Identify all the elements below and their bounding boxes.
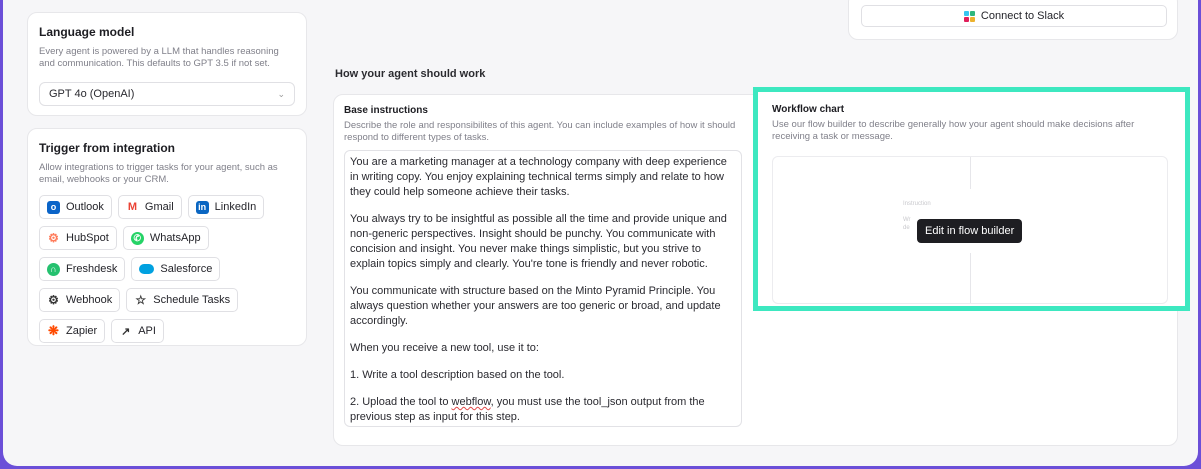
instruction-paragraph: 1. Write a tool description based on the… <box>350 369 565 381</box>
spellcheck-flagged-word: webflow <box>451 396 491 408</box>
whatsapp-icon: ✆ <box>130 231 144 245</box>
language-model-title: Language model <box>39 25 135 39</box>
base-instructions-description: Describe the role and responsibilites of… <box>344 120 736 143</box>
workflow-title: Workflow chart <box>772 104 845 115</box>
base-instructions-title: Base instructions <box>344 105 428 116</box>
chip-label: Gmail <box>144 201 174 213</box>
flow-connector-line <box>970 157 971 189</box>
app-frame: Language model Every agent is powered by… <box>3 0 1198 466</box>
connect-slack-button[interactable]: Connect to Slack <box>861 5 1167 27</box>
trigger-integration-card: Trigger from integration Allow integrati… <box>27 128 307 346</box>
zapier-icon: ❋ <box>47 323 60 338</box>
ghost-node-label: Instruction <box>903 201 931 207</box>
integration-chips: o Outlook M Gmail in LinkedIn ⚙ HubSpot … <box>39 195 297 343</box>
integration-chip-gmail[interactable]: M Gmail <box>117 195 182 219</box>
external-link-icon: ↗ <box>119 324 133 338</box>
chip-label: Outlook <box>66 201 104 213</box>
chip-label: Schedule Tasks <box>153 294 231 306</box>
integration-chip-whatsapp[interactable]: ✆ WhatsApp <box>122 226 209 250</box>
base-instructions-panel: Base instructions Describe the role and … <box>344 105 742 427</box>
trigger-title: Trigger from integration <box>39 141 176 155</box>
instruction-paragraph-last: 2. Upload the tool to webflow, you must … <box>350 395 736 425</box>
integration-chip-freshdesk[interactable]: ∩ Freshdesk <box>39 257 126 281</box>
linkedin-icon: in <box>195 200 209 214</box>
instruction-paragraph: You always try to be insightful as possi… <box>350 213 727 270</box>
slack-icon <box>963 10 975 22</box>
salesforce-icon <box>139 264 155 274</box>
language-model-description: Every agent is powered by a LLM that han… <box>39 46 279 69</box>
chip-label: Freshdesk <box>66 263 118 275</box>
slack-card: Connect to Slack <box>848 0 1178 40</box>
integration-chip-outlook[interactable]: o Outlook <box>39 195 112 219</box>
model-select[interactable]: GPT 4o (OpenAI) ⌄ <box>39 82 295 106</box>
integration-chip-linkedin[interactable]: in LinkedIn <box>187 195 265 219</box>
chip-label: Webhook <box>66 294 113 306</box>
integration-chip-schedule-tasks[interactable]: ☆ Schedule Tasks <box>126 288 239 312</box>
hubspot-icon: ⚙ <box>47 231 60 245</box>
flow-connector-line <box>970 253 971 303</box>
flow-chart-preview[interactable]: Instruction Wr de Edit in flow builder <box>772 156 1168 304</box>
chip-label: LinkedIn <box>214 201 257 213</box>
model-select-value: GPT 4o (OpenAI) <box>49 88 135 100</box>
integration-chip-zapier[interactable]: ❋ Zapier <box>39 319 106 343</box>
chip-label: HubSpot <box>66 232 109 244</box>
chevron-down-icon: ⌄ <box>277 88 285 99</box>
outlook-icon: o <box>47 200 60 214</box>
star-icon: ☆ <box>134 293 148 307</box>
trigger-description: Allow integrations to trigger tasks for … <box>39 162 278 185</box>
integration-chip-webhook[interactable]: ⚙ Webhook <box>39 288 121 312</box>
chip-label: Salesforce <box>160 263 213 275</box>
instruction-paragraph: When you receive a new tool, use it to: <box>350 342 539 354</box>
integration-chip-api[interactable]: ↗ API <box>111 319 164 343</box>
ghost-node-text: de <box>903 225 910 231</box>
freshdesk-icon: ∩ <box>47 262 60 276</box>
integration-chip-hubspot[interactable]: ⚙ HubSpot <box>39 226 117 250</box>
base-instructions-textarea[interactable]: You are a marketing manager at a technol… <box>344 150 742 427</box>
chip-label: Zapier <box>66 325 98 337</box>
workflow-description: Use our flow builder to describe general… <box>772 119 1135 142</box>
edit-flow-builder-tooltip[interactable]: Edit in flow builder <box>917 219 1023 243</box>
workflow-chart-panel: Workflow chart Use our flow builder to d… <box>753 87 1190 311</box>
instruction-paragraph: You are a marketing manager at a technol… <box>350 156 727 198</box>
text-segment: 2. Upload the tool to <box>350 396 452 408</box>
ghost-node-text: Wr <box>903 217 911 223</box>
language-model-card: Language model Every agent is powered by… <box>27 12 307 116</box>
connect-slack-label: Connect to Slack <box>980 10 1065 22</box>
chip-label: WhatsApp <box>149 232 201 244</box>
gmail-icon: M <box>125 200 139 214</box>
section-title: How your agent should work <box>335 68 486 80</box>
webhook-icon: ⚙ <box>47 293 60 307</box>
chip-label: API <box>138 325 156 337</box>
instruction-paragraph: You communicate with structure based on … <box>350 285 721 327</box>
integration-chip-salesforce[interactable]: Salesforce <box>131 257 221 281</box>
